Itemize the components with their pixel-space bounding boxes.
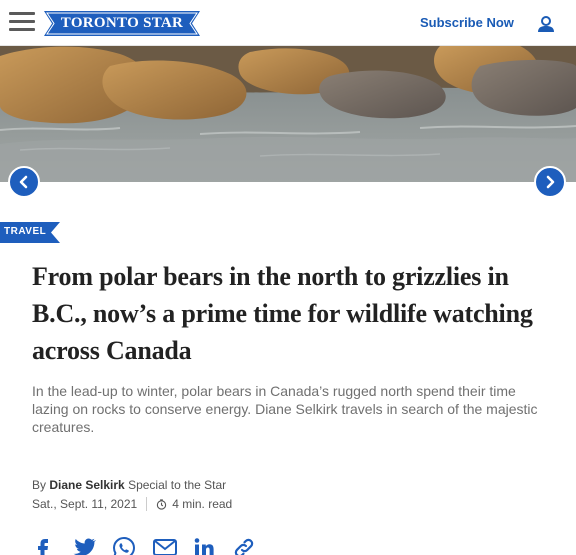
subscribe-now-link[interactable]: Subscribe Now	[420, 15, 514, 30]
logo-text: TORONTO STAR	[60, 15, 184, 31]
email-icon[interactable]	[152, 536, 192, 555]
article-headline: From polar bears in the north to grizzli…	[32, 262, 533, 365]
chevron-right-icon	[546, 175, 555, 189]
whatsapp-icon[interactable]	[112, 536, 152, 555]
byline-prefix: By	[32, 478, 47, 492]
article-summary: In the lead-up to winter, polar bears in…	[32, 383, 538, 435]
author-role: Special to the Star	[128, 478, 227, 492]
byline: By Diane Selkirk Special to the Star	[32, 478, 226, 492]
share-bar	[32, 536, 272, 555]
site-header: TORONTO STAR Subscribe Now	[0, 0, 576, 46]
read-time: 4 min. read	[172, 497, 233, 511]
previous-slide-button[interactable]	[8, 166, 40, 198]
category-tag[interactable]: TRAVEL	[0, 222, 60, 243]
author-link[interactable]: Diane Selkirk	[49, 478, 124, 492]
linkedin-icon[interactable]	[192, 536, 232, 555]
facebook-icon[interactable]	[32, 536, 72, 555]
user-account-icon[interactable]	[536, 14, 556, 34]
hero-image	[0, 46, 576, 182]
menu-icon[interactable]	[9, 12, 35, 34]
meta-divider	[146, 497, 148, 511]
next-slide-button[interactable]	[534, 166, 566, 198]
chevron-left-icon	[19, 175, 28, 189]
twitter-icon[interactable]	[72, 536, 112, 555]
clock-icon	[157, 498, 167, 510]
publish-date: Sat., Sept. 11, 2021	[32, 497, 138, 511]
category-label: TRAVEL	[4, 226, 47, 237]
toronto-star-logo[interactable]: TORONTO STAR	[44, 11, 200, 36]
article-meta: Sat., Sept. 11, 2021 4 min. read	[32, 497, 232, 511]
link-icon[interactable]	[232, 536, 272, 555]
